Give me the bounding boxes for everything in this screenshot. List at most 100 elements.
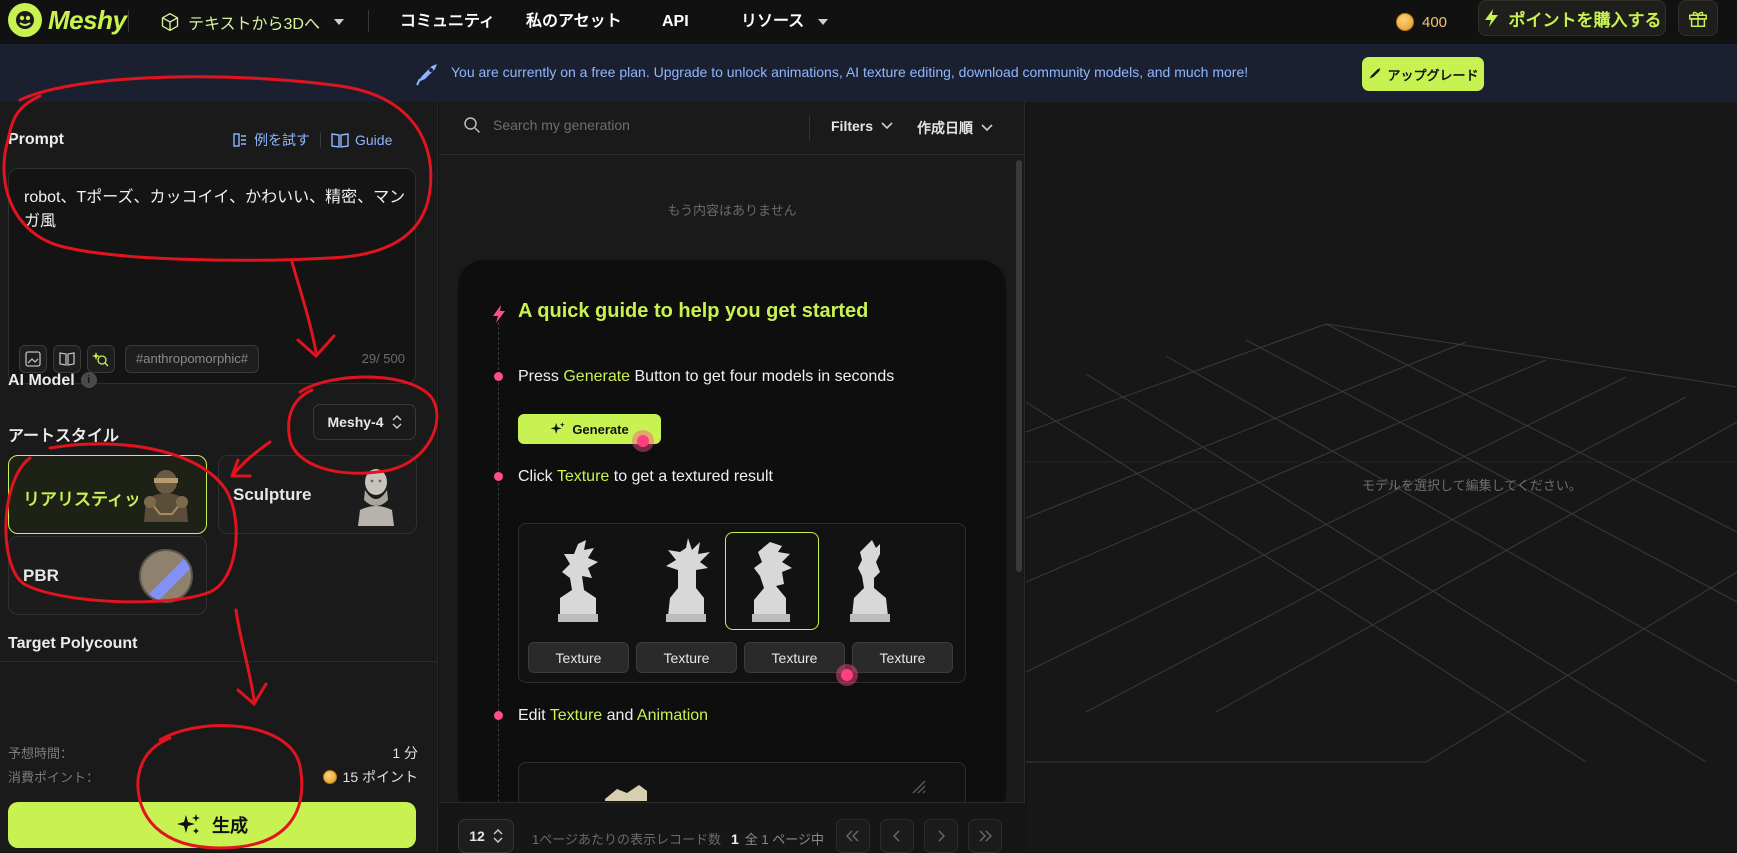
page-total: 全 1 ページ中 xyxy=(744,832,824,847)
filters-dropdown[interactable]: Filters xyxy=(831,118,893,134)
guide-label: Guide xyxy=(355,132,393,148)
model-viewport[interactable]: モデルを選択して編集してください。 xyxy=(1026,102,1737,852)
brand-logo[interactable]: Meshy xyxy=(8,3,127,37)
guide-title: A quick guide to help you get started xyxy=(518,300,869,322)
step-3-a: Edit xyxy=(518,707,550,724)
image-prompt-button[interactable] xyxy=(19,345,47,373)
step-2-highlight: Texture xyxy=(556,468,610,485)
nav-resources[interactable]: リソース xyxy=(741,8,829,36)
sculpture-thumbnail xyxy=(348,464,404,526)
sort-dropdown[interactable]: 作成日順 xyxy=(917,118,993,138)
search-input[interactable]: Search my generation xyxy=(493,117,630,133)
demo-texture-button: Texture xyxy=(636,642,737,673)
quick-start-guide: A quick guide to help you get started Pr… xyxy=(458,260,1006,820)
step-dot xyxy=(494,711,503,720)
toolbar-divider xyxy=(809,116,810,140)
gift-button[interactable] xyxy=(1678,0,1718,36)
nav-resources-label: リソース xyxy=(741,13,805,30)
generate-label: 生成 xyxy=(212,816,248,836)
prev-page-button[interactable] xyxy=(880,819,914,853)
chevrons-left-icon xyxy=(846,830,859,842)
buy-points-button[interactable]: ポイントを購入する xyxy=(1478,0,1666,36)
book-prompt-button[interactable] xyxy=(53,345,81,373)
viewport-hint: モデルを選択して編集してください。 xyxy=(1362,478,1582,493)
filters-label: Filters xyxy=(831,118,874,134)
bust-icon xyxy=(850,540,890,622)
target-polycount-label: Target Polycount xyxy=(8,635,138,652)
free-plan-banner: You are currently on a free plan. Upgrad… xyxy=(0,44,1737,102)
cost-label: 消費ポイント： xyxy=(8,770,100,785)
generate-button[interactable]: 生成 xyxy=(8,802,416,848)
prompt-tag[interactable]: #anthropomorphic# xyxy=(125,345,260,373)
try-example-link[interactable]: 例を試す xyxy=(232,130,310,150)
per-page-select[interactable]: 12 xyxy=(458,819,514,853)
cost-text: 15 ポイント xyxy=(342,769,418,785)
step-3-b: and xyxy=(602,707,637,724)
style-card-pbr[interactable]: PBR xyxy=(8,536,207,615)
step-1-a: Press xyxy=(518,368,564,385)
step-2-b: to get a textured result xyxy=(609,468,773,485)
guide-link[interactable]: Guide xyxy=(331,132,392,148)
upgrade-button[interactable]: アップグレード xyxy=(1362,57,1484,91)
last-page-button[interactable] xyxy=(968,819,1002,853)
coin-icon xyxy=(322,770,337,784)
first-page-button[interactable] xyxy=(836,819,870,853)
style-label: Sculpture xyxy=(233,485,312,504)
info-icon[interactable]: i xyxy=(80,372,97,388)
cost-value: 15 ポイント xyxy=(322,767,418,787)
step-3-highlight-2: Animation xyxy=(636,707,709,724)
rocket-icon xyxy=(416,64,437,86)
step-3-text: Edit Texture and Animation xyxy=(518,707,708,725)
chevron-down-icon xyxy=(981,124,993,132)
chevron-down-icon xyxy=(818,19,829,25)
ai-model-value: Meshy-4 xyxy=(327,414,384,430)
buy-points-label: ポイントを購入する xyxy=(1508,10,1662,30)
search-icon xyxy=(464,117,481,134)
points-balance: 400 xyxy=(1396,8,1447,36)
model-preview xyxy=(531,532,625,630)
style-card-realistic[interactable]: リアリスティック xyxy=(8,455,207,534)
section-divider xyxy=(0,661,438,662)
chevron-down-icon xyxy=(881,122,893,130)
magic-search-button[interactable] xyxy=(87,345,115,373)
demo-cursor-icon xyxy=(632,430,654,452)
per-page-label: 1ページあたりの表示レコード数 xyxy=(532,832,721,847)
generation-settings-panel: Prompt 例を試す Guide robot、Tポーズ、カッコイイ、かわいい、… xyxy=(0,102,438,852)
image-edit-icon xyxy=(25,351,41,367)
nav-community[interactable]: コミュニティ xyxy=(400,8,495,36)
book-icon xyxy=(59,352,75,366)
model-preview xyxy=(639,532,733,630)
cost-row: 消費ポイント： 15 ポイント xyxy=(8,767,418,786)
ai-model-select[interactable]: Meshy-4 xyxy=(313,404,416,440)
coin-icon xyxy=(1396,13,1414,31)
chevron-left-icon xyxy=(893,830,900,842)
mode-label: テキストから3Dへ xyxy=(188,16,320,33)
demo-texture-button: Texture xyxy=(852,642,953,673)
prompt-textarea[interactable]: robot、Tポーズ、カッコイイ、かわいい、精密、マンガ風 #anthropom… xyxy=(8,168,416,384)
style-label: PBR xyxy=(23,566,59,585)
guide-timeline xyxy=(498,322,499,820)
nav-api[interactable]: API xyxy=(662,8,689,36)
nav-my-assets[interactable]: 私のアセット xyxy=(526,8,622,36)
estimated-time-row: 予想時間： 1 分 xyxy=(8,743,418,762)
style-card-sculpture[interactable]: Sculpture xyxy=(218,455,417,534)
resize-icon xyxy=(912,780,926,794)
demo-cursor-icon xyxy=(836,664,858,686)
pagination: 12 1ページあたりの表示レコード数 1 全 1 ページ中 xyxy=(439,802,1025,853)
list-scrollbar[interactable] xyxy=(1016,160,1022,572)
bust-icon xyxy=(666,538,710,622)
mode-dropdown[interactable]: テキストから3Dへ xyxy=(160,8,344,36)
page-info: 1 全 1 ページ中 xyxy=(731,829,824,848)
step-3-highlight-1: Texture xyxy=(549,707,603,724)
bust-icon xyxy=(558,540,598,622)
search-bar[interactable]: Search my generation xyxy=(463,116,630,134)
next-page-button[interactable] xyxy=(924,819,958,853)
generation-list-panel: Search my generation Filters 作成日順 もう内容はあ… xyxy=(439,102,1025,853)
chevrons-right-icon xyxy=(979,830,992,842)
model-preview xyxy=(823,532,917,630)
lightning-icon xyxy=(493,305,505,323)
prompt-value: robot、Tポーズ、カッコイイ、かわいい、精密、マンガ風 xyxy=(24,189,406,230)
sparkles-icon xyxy=(550,422,566,434)
example-icon xyxy=(233,133,246,147)
demo-generate-label: Generate xyxy=(572,421,629,437)
